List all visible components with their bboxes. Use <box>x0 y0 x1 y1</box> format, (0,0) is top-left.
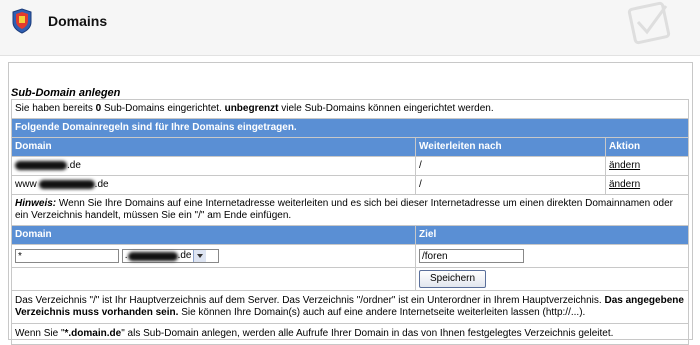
rules-header-row: Domain Weiterleiten nach Aktion <box>11 137 690 157</box>
rules-heading: Folgende Domainregeln sind für Ihre Doma… <box>10 118 690 138</box>
info-cell: Sie haben bereits 0 Sub-Domains eingeric… <box>10 99 690 119</box>
action-cell: ändern <box>604 156 690 176</box>
form-col-target: Ziel <box>414 225 690 245</box>
form-header-row: Domain Ziel <box>11 225 690 245</box>
note-tail: Sie können Ihre Domain(s) auch auf eine … <box>181 307 586 318</box>
note-row: Das Verzeichnis "/" ist Ihr Hauptverzeic… <box>10 290 690 324</box>
subdomain-input[interactable] <box>15 249 119 263</box>
wildcard-note-row: Wenn Sie "*.domain.de" als Sub-Domain an… <box>10 323 690 345</box>
wildcard-suffix: " als Sub-Domain anlegen, werden alle Au… <box>121 328 614 339</box>
domain-input-cell: ..de <box>11 244 416 268</box>
info-suffix: viele Sub-Domains können eingerichtet we… <box>281 103 494 114</box>
save-row: Speichern <box>11 267 690 291</box>
col-domain-header: Domain <box>11 137 416 157</box>
domain-suffix: .de <box>67 160 81 171</box>
subdomain-count: 0 <box>95 103 102 114</box>
col-target-header: Weiterleiten nach <box>415 137 606 157</box>
edit-link[interactable]: ändern <box>609 160 640 171</box>
wildcard-domain: *.domain.de <box>64 328 122 339</box>
target-input[interactable] <box>419 249 524 263</box>
wildcard-note-cell: Wenn Sie "*.domain.de" als Sub-Domain an… <box>10 323 690 345</box>
hint-label: Hinweis: <box>15 198 57 209</box>
page-header: Domains <box>0 0 700 56</box>
table-row: www .de / ändern <box>11 175 690 195</box>
watermark-check-icon <box>627 1 671 45</box>
redacted-domain <box>15 160 67 170</box>
form-input-row: ..de <box>11 244 690 268</box>
domains-icon <box>12 8 32 34</box>
save-button[interactable]: Speichern <box>419 270 487 288</box>
section-title: Sub-Domain anlegen <box>11 87 121 99</box>
domain-select[interactable]: . .de <box>121 249 219 263</box>
content-frame: Sub-Domain anlegen Sie haben bereits 0 S… <box>8 62 693 345</box>
rules-heading-row: Folgende Domainregeln sind für Ihre Doma… <box>10 118 690 138</box>
page-title: Domains <box>48 13 108 29</box>
info-middle: Sub-Domains eingerichtet. <box>103 103 222 114</box>
edit-link[interactable]: ändern <box>609 179 640 190</box>
domain-suffix: .de <box>94 179 109 190</box>
domain-cell: .de <box>11 156 416 176</box>
redacted-domain <box>127 251 178 261</box>
domain-select-suffix: .de <box>177 250 192 261</box>
info-row: Sie haben bereits 0 Sub-Domains eingeric… <box>10 99 690 119</box>
hint-cell: Hinweis: Wenn Sie Ihre Domains auf eine … <box>10 194 690 226</box>
note-text: Das Verzeichnis "/" ist Ihr Hauptverzeic… <box>15 295 602 306</box>
target-cell: / <box>415 175 606 195</box>
table-row: .de / ändern <box>11 156 690 176</box>
hint-text: Wenn Sie Ihre Domains auf eine Interneta… <box>15 198 673 221</box>
empty-cell <box>11 267 416 291</box>
info-prefix: Sie haben bereits <box>15 103 93 114</box>
subdomain-table: Sie haben bereits 0 Sub-Domains eingeric… <box>10 99 690 345</box>
action-cell: ändern <box>604 175 690 195</box>
unlimited-label: unbegrenzt <box>224 103 279 114</box>
domain-cell: www .de <box>11 175 416 195</box>
redacted-domain <box>38 179 95 189</box>
wildcard-prefix: Wenn Sie " <box>15 328 65 339</box>
note-cell: Das Verzeichnis "/" ist Ihr Hauptverzeic… <box>10 290 690 324</box>
form-col-domain: Domain <box>11 225 416 245</box>
target-cell: / <box>415 156 606 176</box>
chevron-down-icon[interactable] <box>193 250 207 262</box>
domain-prefix: www <box>15 179 37 190</box>
col-action-header: Aktion <box>604 137 690 157</box>
save-cell: Speichern <box>414 267 690 291</box>
target-input-cell <box>414 244 690 268</box>
hint-row: Hinweis: Wenn Sie Ihre Domains auf eine … <box>10 194 690 226</box>
